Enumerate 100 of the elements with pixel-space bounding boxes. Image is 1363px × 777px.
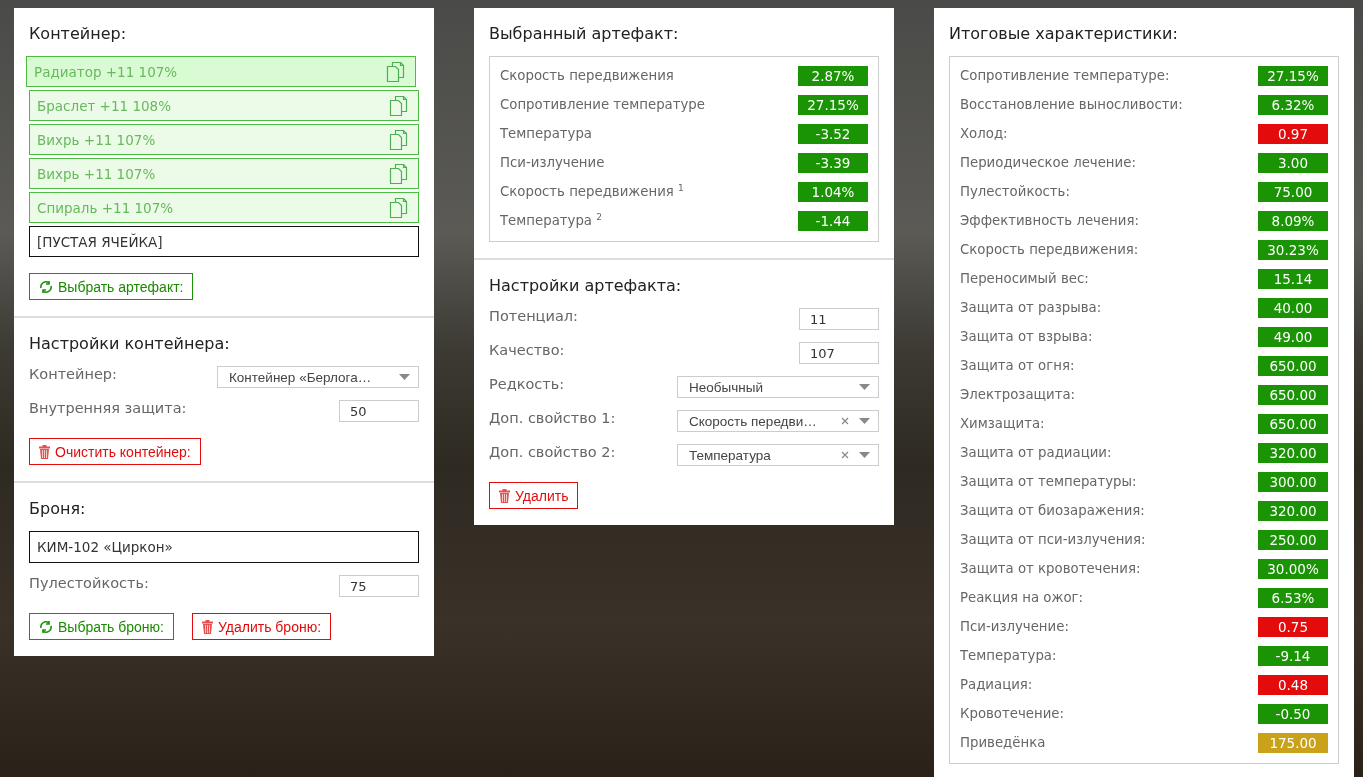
section-title: Итоговые характеристики: <box>949 23 1179 45</box>
section-title: Контейнер: <box>29 23 128 45</box>
number-field[interactable]: 11 <box>799 308 879 330</box>
field-label: Контейнер: <box>29 366 117 382</box>
stat-label: Защита от огня: <box>960 358 1075 373</box>
stat-label: Защита от кровотечения: <box>960 561 1141 576</box>
stat-label: Защита от температуры: <box>960 474 1137 489</box>
number-field[interactable]: 107 <box>799 342 879 364</box>
stat-value: 320.00 <box>1258 500 1328 521</box>
stat-value: -9.14 <box>1258 645 1328 666</box>
stat-value: 650.00 <box>1258 413 1328 434</box>
stat-value: 30.23% <box>1258 239 1328 260</box>
stat-label: Реакция на ожог: <box>960 590 1084 605</box>
stat-label: Пси-излучение <box>500 155 605 170</box>
section-title: Броня: <box>29 498 87 520</box>
stat-value: 175.00 <box>1258 732 1328 753</box>
section-title: Настройки артефакта: <box>489 275 683 297</box>
field-label: Доп. свойство 1: <box>489 410 616 426</box>
stat-value: 0.75 <box>1258 616 1328 637</box>
stat-label: Переносимый вес: <box>960 271 1089 286</box>
caret-icon <box>859 452 870 458</box>
stat-label: Восстановление выносливости: <box>960 97 1183 112</box>
stat-label: Пулестойкость: <box>960 184 1070 199</box>
stat-label: Сопротивление температуре <box>500 97 705 112</box>
stat-value: 250.00 <box>1258 529 1328 550</box>
dropdown[interactable]: Температура <box>677 444 879 466</box>
stat-value: 2.87% <box>798 65 868 86</box>
stat-value: 27.15% <box>798 94 868 115</box>
stat-label: Скорость передвижения: <box>960 242 1139 257</box>
stat-label: Защита от пси-излучения: <box>960 532 1146 547</box>
stat-label: Температура <box>500 126 592 141</box>
stat-label: Сопротивление температуре: <box>960 68 1170 83</box>
documents-icon[interactable] <box>389 128 409 151</box>
stat-value: 40.00 <box>1258 297 1328 318</box>
documents-icon[interactable] <box>386 60 406 83</box>
documents-icon[interactable] <box>389 94 409 117</box>
stat-label: Радиация: <box>960 677 1033 692</box>
stat-value: 6.53% <box>1258 587 1328 608</box>
documents-icon[interactable] <box>389 162 409 185</box>
clear-icon[interactable] <box>841 451 849 459</box>
stat-value: 27.15% <box>1258 65 1328 86</box>
stat-value: -1.44 <box>798 210 868 231</box>
stat-label: Эффективность лечения: <box>960 213 1139 228</box>
trash-icon <box>202 619 213 634</box>
stat-value: 320.00 <box>1258 442 1328 463</box>
refresh-icon <box>39 619 53 634</box>
stat-value: 650.00 <box>1258 384 1328 405</box>
section-title: Выбранный артефакт: <box>489 23 680 45</box>
stat-value: -3.39 <box>798 152 868 173</box>
stat-value: 6.32% <box>1258 94 1328 115</box>
empty-slot[interactable]: [ПУСТАЯ ЯЧЕЙКА] <box>29 226 419 257</box>
dropdown[interactable]: Контейнер «Берлога… <box>217 366 419 388</box>
select-button[interactable]: Выбрать броню: <box>29 613 174 640</box>
select-button[interactable]: Выбрать артефакт: <box>29 273 194 300</box>
delete-button[interactable]: Удалить броню: <box>192 613 332 640</box>
stat-value: 0.48 <box>1258 674 1328 695</box>
stat-label: Защита от радиации: <box>960 445 1112 460</box>
caret-icon <box>859 418 870 424</box>
stat-value: 75.00 <box>1258 181 1328 202</box>
caret-icon <box>859 384 870 390</box>
stat-label: Защита от взрыва: <box>960 329 1093 344</box>
stat-value: 49.00 <box>1258 326 1328 347</box>
armor-name-field[interactable]: КИМ-102 «Циркон» <box>29 531 419 563</box>
stat-label: Химзащита: <box>960 416 1045 431</box>
stat-label: Периодическое лечение: <box>960 155 1136 170</box>
delete-button[interactable]: Удалить <box>489 482 579 509</box>
documents-icon[interactable] <box>389 196 409 219</box>
refresh-icon <box>39 279 53 294</box>
section-title: Настройки контейнера: <box>29 333 231 355</box>
stat-value: 8.09% <box>1258 210 1328 231</box>
stat-value: 650.00 <box>1258 355 1328 376</box>
stat-label: Скорость передвижения $^{1}$ <box>500 183 684 200</box>
trash-icon <box>499 488 510 503</box>
stat-value: 30.00% <box>1258 558 1328 579</box>
stat-value: 1.04% <box>798 181 868 202</box>
stat-value: 300.00 <box>1258 471 1328 492</box>
field-label: Внутренняя защита: <box>29 400 187 416</box>
stat-label: Пси-излучение: <box>960 619 1069 634</box>
field-label: Качество: <box>489 342 565 358</box>
trash-icon <box>39 444 50 459</box>
stat-label: Температура: <box>960 648 1057 663</box>
number-field[interactable]: 75 <box>339 575 419 597</box>
stat-label: Скорость передвижения <box>500 68 674 83</box>
stat-label: Холод: <box>960 126 1008 141</box>
stat-value: 3.00 <box>1258 152 1328 173</box>
caret-icon <box>399 374 410 380</box>
field-label: Доп. свойство 2: <box>489 444 616 460</box>
dropdown[interactable]: Необычный <box>677 376 879 398</box>
stat-label: Защита от биозаражения: <box>960 503 1145 518</box>
stat-value: -3.52 <box>798 123 868 144</box>
field-label: Потенциал: <box>489 308 578 324</box>
number-field[interactable]: 50 <box>339 400 419 422</box>
stat-value: 0.97 <box>1258 123 1328 144</box>
delete-button[interactable]: Очистить контейнер: <box>29 438 201 465</box>
field-label: Редкость: <box>489 376 565 392</box>
clear-icon[interactable] <box>841 417 849 425</box>
stat-value: -0.50 <box>1258 703 1328 724</box>
stat-value: 15.14 <box>1258 268 1328 289</box>
dropdown[interactable]: Скорость передви… <box>677 410 879 432</box>
field-label: Пулестойкость: <box>29 575 149 591</box>
